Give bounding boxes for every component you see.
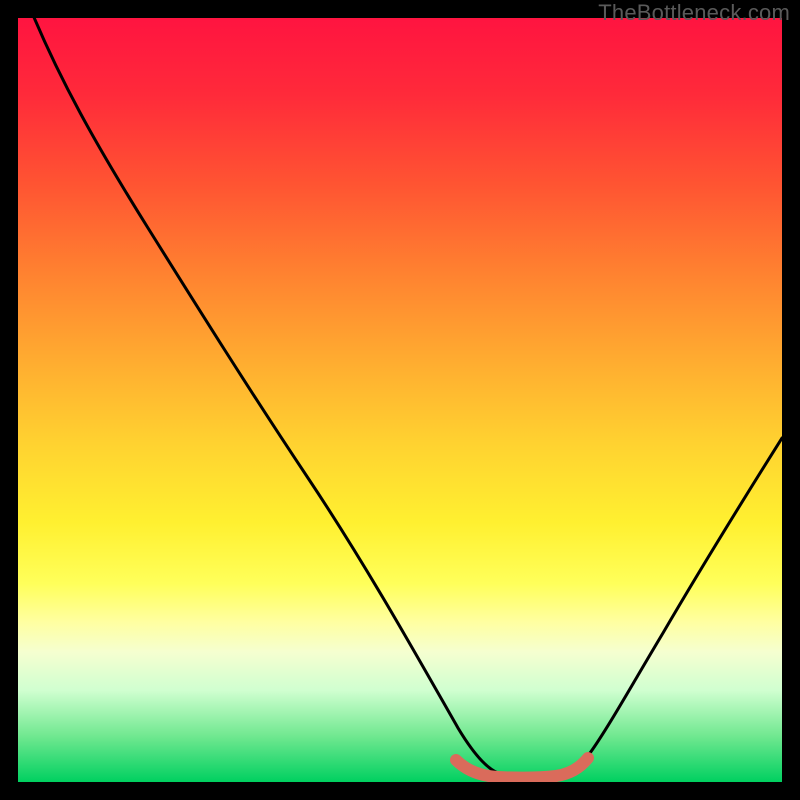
plot-area bbox=[18, 18, 782, 782]
watermark-text: TheBottleneck.com bbox=[598, 0, 790, 26]
bottleneck-curve bbox=[26, 18, 782, 779]
optimal-zone bbox=[456, 758, 588, 778]
chart-frame: TheBottleneck.com bbox=[0, 0, 800, 800]
chart-svg bbox=[18, 18, 782, 782]
